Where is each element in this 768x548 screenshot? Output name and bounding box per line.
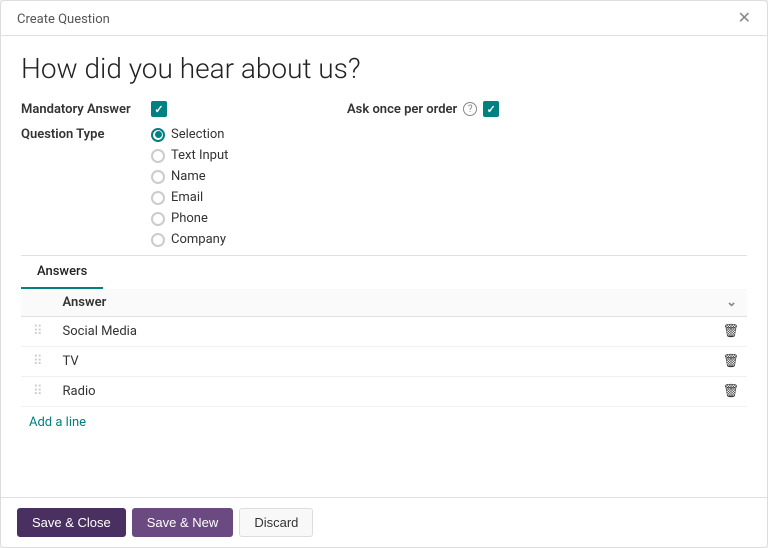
radio-circle-company — [151, 233, 165, 247]
answer-col-header: Answer — [55, 289, 564, 317]
radio-label-selection: Selection — [171, 127, 224, 142]
save-new-button[interactable]: Save & New — [132, 508, 234, 537]
drag-handle[interactable]: ⠿ — [29, 354, 47, 369]
modal-footer: Save & Close Save & New Discard — [1, 497, 767, 547]
radio-options-group: Selection Text Input Name Email Phone Company — [151, 127, 228, 247]
modal-title: Create Question — [17, 12, 110, 27]
radio-option-company[interactable]: Company — [151, 232, 228, 247]
ask-once-checkbox[interactable] — [483, 101, 499, 117]
discard-button[interactable]: Discard — [239, 508, 313, 537]
delete-icon[interactable]: 🗑 — [564, 317, 747, 347]
radio-label-text_input: Text Input — [171, 148, 228, 163]
drag-col-header — [21, 289, 55, 317]
radio-label-email: Email — [171, 190, 203, 205]
answers-tbody: ⠿ Social Media🗑 ⠿ TV🗑 ⠿ Radio🗑 — [21, 317, 747, 407]
radio-circle-text_input — [151, 149, 165, 163]
table-row: ⠿ Radio🗑 — [21, 377, 747, 407]
table-row: ⠿ TV🗑 — [21, 347, 747, 377]
delete-icon[interactable]: 🗑 — [564, 347, 747, 377]
radio-label-name: Name — [171, 169, 206, 184]
radio-label-phone: Phone — [171, 211, 208, 226]
top-fields-row: Mandatory Answer Ask once per order ? — [21, 101, 747, 117]
tab-answers[interactable]: Answers — [21, 256, 103, 289]
mandatory-answer-checkbox[interactable] — [151, 101, 167, 117]
answer-cell: Radio — [55, 377, 564, 407]
radio-option-selection[interactable]: Selection — [151, 127, 228, 142]
answer-cell: TV — [55, 347, 564, 377]
table-row: ⠿ Social Media🗑 — [21, 317, 747, 347]
radio-option-text_input[interactable]: Text Input — [151, 148, 228, 163]
question-title: How did you hear about us? — [21, 52, 747, 85]
mandatory-answer-label: Mandatory Answer — [21, 102, 151, 117]
help-icon[interactable]: ? — [463, 102, 477, 116]
tabs-section: Answers Answer ⌄ ⠿ Social Media🗑 ⠿ TV🗑 ⠿ Radi… — [21, 255, 747, 438]
radio-circle-phone — [151, 212, 165, 226]
modal-body: How did you hear about us? Mandatory Ans… — [1, 36, 767, 497]
radio-circle-name — [151, 170, 165, 184]
drag-handle[interactable]: ⠿ — [29, 384, 47, 399]
close-button[interactable]: ✕ — [738, 11, 751, 27]
save-close-button[interactable]: Save & Close — [17, 508, 126, 537]
tabs-bar: Answers — [21, 256, 747, 289]
chevron-col-header[interactable]: ⌄ — [564, 289, 747, 317]
radio-circle-selection — [151, 128, 165, 142]
answers-table: Answer ⌄ ⠿ Social Media🗑 ⠿ TV🗑 ⠿ Radio🗑 — [21, 289, 747, 407]
radio-option-email[interactable]: Email — [151, 190, 228, 205]
modal-header: Create Question ✕ — [1, 1, 767, 36]
question-type-label: Question Type — [21, 127, 151, 142]
add-line-button[interactable]: Add a line — [21, 407, 747, 438]
question-type-row: Question Type Selection Text Input Name Ema… — [21, 127, 747, 247]
answer-cell: Social Media — [55, 317, 564, 347]
radio-label-company: Company — [171, 232, 226, 247]
ask-once-label: Ask once per order — [347, 102, 457, 117]
radio-option-phone[interactable]: Phone — [151, 211, 228, 226]
ask-once-field: Ask once per order ? — [347, 101, 499, 117]
delete-icon[interactable]: 🗑 — [564, 377, 747, 407]
drag-handle[interactable]: ⠿ — [29, 324, 47, 339]
radio-circle-email — [151, 191, 165, 205]
create-question-modal: Create Question ✕ How did you hear about… — [0, 0, 768, 548]
radio-option-name[interactable]: Name — [151, 169, 228, 184]
